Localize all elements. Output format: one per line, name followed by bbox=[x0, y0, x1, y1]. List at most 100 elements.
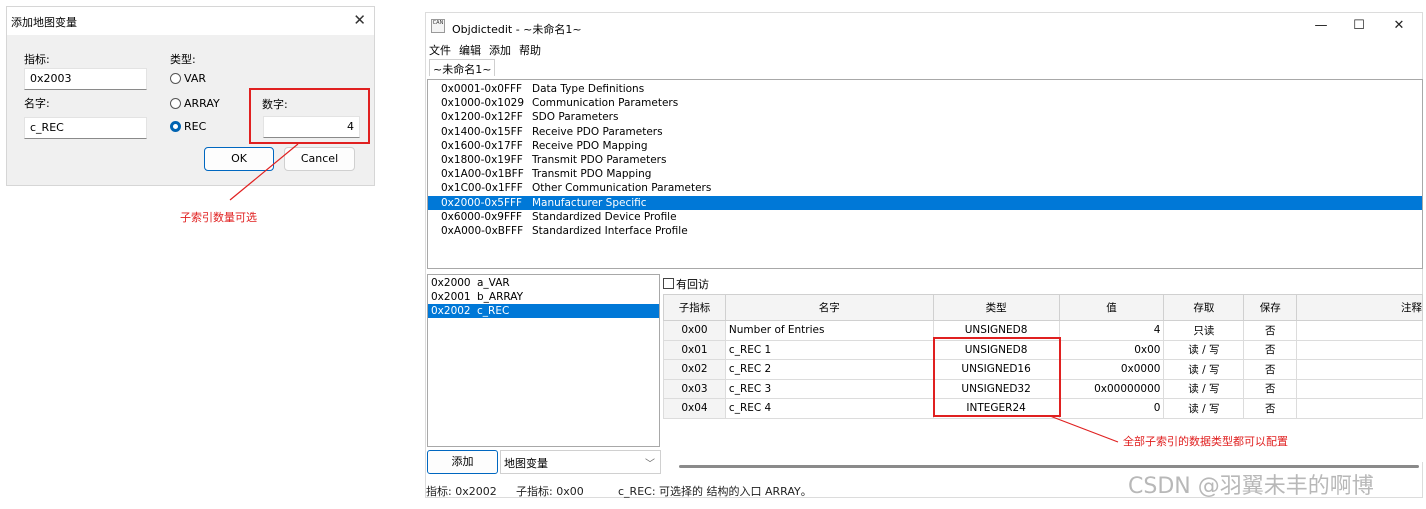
menu-edit[interactable]: 编辑 bbox=[459, 42, 481, 58]
range-id: 0x1600-0x17FF bbox=[441, 139, 523, 152]
radio-rec[interactable]: REC bbox=[170, 120, 206, 133]
range-id: 0x0001-0x0FFF bbox=[441, 83, 523, 95]
range-name: Transmit PDO Mapping bbox=[532, 168, 652, 181]
grid-header[interactable]: 子指标 bbox=[663, 294, 726, 321]
callback-checkbox[interactable] bbox=[663, 278, 674, 289]
callback-checkbox-label: 有回访 bbox=[676, 277, 709, 291]
callback-checkbox-row[interactable]: 有回访 bbox=[663, 275, 709, 292]
object-id: 0x2001 bbox=[431, 291, 471, 303]
grid-cell-name[interactable]: c_REC 2 bbox=[724, 359, 934, 380]
range-id: 0x1A00-0x1BFF bbox=[441, 168, 524, 181]
range-item[interactable]: 0x2000-0x5FFF Manufacturer Specific bbox=[428, 195, 1422, 210]
grid-cell-save[interactable]: 否 bbox=[1243, 320, 1298, 341]
grid-cell-sub[interactable]: 0x03 bbox=[663, 378, 726, 399]
maximize-icon[interactable]: ☐ bbox=[1348, 18, 1370, 33]
grid-cell-access[interactable]: 只读 bbox=[1163, 320, 1245, 341]
type-label: 类型: bbox=[170, 53, 196, 66]
grid-cell-sub[interactable]: 0x00 bbox=[663, 320, 726, 341]
grid-cell-sub[interactable]: 0x01 bbox=[663, 339, 726, 360]
grid-header[interactable]: 值 bbox=[1058, 294, 1165, 321]
name-input[interactable]: c_REC bbox=[24, 117, 147, 139]
index-input[interactable]: 0x2003 bbox=[24, 68, 147, 90]
grid-header[interactable]: 类型 bbox=[932, 294, 1060, 321]
grid-cell-comment[interactable] bbox=[1296, 339, 1423, 360]
radio-rec-label: REC bbox=[184, 120, 207, 133]
window-title: Objdictedit - ~未命名1~ bbox=[452, 23, 582, 36]
index-label: 指标: bbox=[24, 53, 50, 66]
radio-array[interactable]: ARRAY bbox=[170, 97, 220, 110]
radio-rec-circle bbox=[170, 121, 181, 132]
minimize-icon[interactable]: — bbox=[1310, 18, 1332, 33]
menu-add[interactable]: 添加 bbox=[489, 42, 511, 58]
close-icon[interactable]: ✕ bbox=[1388, 18, 1410, 33]
grid-cell-value[interactable]: 4 bbox=[1058, 320, 1165, 341]
range-item[interactable]: 0x1200-0x12FF SDO Parameters bbox=[428, 110, 1422, 124]
dialog-title: 添加地图变量 bbox=[11, 16, 77, 29]
variable-type-select[interactable]: 地图变量 ﹀ bbox=[500, 450, 661, 474]
grid-cell-sub[interactable]: 0x04 bbox=[663, 398, 726, 419]
status-subindex: 子指标: 0x00 bbox=[516, 485, 584, 498]
grid-cell-name[interactable]: c_REC 3 bbox=[724, 378, 934, 399]
grid-header[interactable]: 存取 bbox=[1163, 294, 1245, 321]
type-highlight-box bbox=[933, 337, 1061, 417]
grid-cell-name[interactable]: c_REC 4 bbox=[724, 398, 934, 419]
annotation-arrow bbox=[229, 143, 299, 201]
grid-cell-save[interactable]: 否 bbox=[1243, 339, 1298, 360]
app-icon: CAN bbox=[431, 19, 445, 33]
grid-cell-value[interactable]: 0x00000000 bbox=[1058, 378, 1165, 399]
range-item[interactable]: 0x1C00-0x1FFF Other Communication Paramet… bbox=[428, 181, 1422, 195]
range-item[interactable]: 0x6000-0x9FFF Standardized Device Profile bbox=[428, 210, 1422, 224]
range-item[interactable]: 0x1800-0x19FF Transmit PDO Parameters bbox=[428, 153, 1422, 167]
radio-var-circle bbox=[170, 73, 181, 84]
grid-cell-access[interactable]: 读 / 写 bbox=[1163, 359, 1245, 380]
range-item[interactable]: 0x1600-0x17FF Receive PDO Mapping bbox=[428, 139, 1422, 153]
grid-cell-sub[interactable]: 0x02 bbox=[663, 359, 726, 380]
range-name: SDO Parameters bbox=[532, 111, 619, 124]
window-titlebar: CAN Objdictedit - ~未命名1~ — ☐ ✕ bbox=[426, 13, 1422, 41]
menu-file[interactable]: 文件 bbox=[429, 42, 451, 58]
range-name: Transmit PDO Parameters bbox=[532, 154, 667, 166]
dialog-titlebar: 添加地图变量 ✕ bbox=[7, 7, 374, 35]
range-id: 0x6000-0x9FFF bbox=[441, 210, 523, 223]
grid-header[interactable]: 名字 bbox=[724, 294, 934, 321]
name-label: 名字: bbox=[24, 97, 50, 110]
grid-cell-save[interactable]: 否 bbox=[1243, 378, 1298, 399]
range-id: 0x2000-0x5FFF bbox=[441, 196, 523, 209]
index-range-list[interactable]: 0x0001-0x0FFF Data Type Definitions 0x1000… bbox=[427, 79, 1423, 269]
grid-cell-comment[interactable] bbox=[1296, 320, 1423, 341]
grid-cell-comment[interactable] bbox=[1296, 398, 1423, 419]
grid-cell-name[interactable]: Number of Entries bbox=[724, 320, 934, 341]
dialog-close-icon[interactable]: ✕ bbox=[353, 11, 366, 29]
object-item[interactable]: 0x2001 b_ARRAY bbox=[428, 290, 659, 304]
grid-cell-name[interactable]: c_REC 1 bbox=[724, 339, 934, 360]
grid-cell-save[interactable]: 否 bbox=[1243, 359, 1298, 380]
range-name: Other Communication Parameters bbox=[532, 182, 712, 195]
range-item[interactable]: 0x1A00-0x1BFF Transmit PDO Mapping bbox=[428, 167, 1422, 181]
add-button[interactable]: 添加 bbox=[427, 450, 498, 474]
grid-cell-save[interactable]: 否 bbox=[1243, 398, 1298, 419]
document-tab[interactable]: ~未命名1~ bbox=[429, 59, 496, 76]
grid-cell-comment[interactable] bbox=[1296, 359, 1423, 380]
grid-cell-access[interactable]: 读 / 写 bbox=[1163, 398, 1245, 419]
menu-help[interactable]: 帮助 bbox=[519, 42, 541, 58]
range-item[interactable]: 0x1400-0x15FF Receive PDO Parameters bbox=[428, 125, 1422, 139]
object-list[interactable]: 0x2000 a_VAR 0x2001 b_ARRAY 0x2002 c_REC bbox=[427, 274, 660, 447]
range-item[interactable]: 0xA000-0xBFFF Standardized Interface Prof… bbox=[428, 224, 1422, 238]
range-item[interactable]: 0x1000-0x1029 Communication Parameters bbox=[428, 96, 1422, 110]
grid-header[interactable]: 注释 bbox=[1296, 294, 1423, 321]
grid-header[interactable]: 保存 bbox=[1243, 294, 1298, 321]
range-id: 0x1000-0x1029 bbox=[441, 97, 525, 110]
grid-cell-comment[interactable] bbox=[1296, 378, 1423, 399]
object-item[interactable]: 0x2000 a_VAR bbox=[428, 276, 659, 290]
object-item[interactable]: 0x2002 c_REC bbox=[428, 304, 659, 318]
range-name: Standardized Device Profile bbox=[532, 210, 677, 223]
object-id: 0x2002 bbox=[431, 305, 471, 317]
grid-cell-value[interactable]: 0x0000 bbox=[1058, 359, 1165, 380]
range-name: Receive PDO Mapping bbox=[532, 139, 648, 152]
grid-cell-access[interactable]: 读 / 写 bbox=[1163, 339, 1245, 360]
radio-var[interactable]: VAR bbox=[170, 72, 206, 85]
range-item[interactable]: 0x0001-0x0FFF Data Type Definitions bbox=[428, 82, 1422, 96]
variable-type-value: 地图变量 bbox=[504, 457, 548, 470]
grid-cell-access[interactable]: 读 / 写 bbox=[1163, 378, 1245, 399]
grid-cell-value[interactable]: 0x00 bbox=[1058, 339, 1165, 360]
